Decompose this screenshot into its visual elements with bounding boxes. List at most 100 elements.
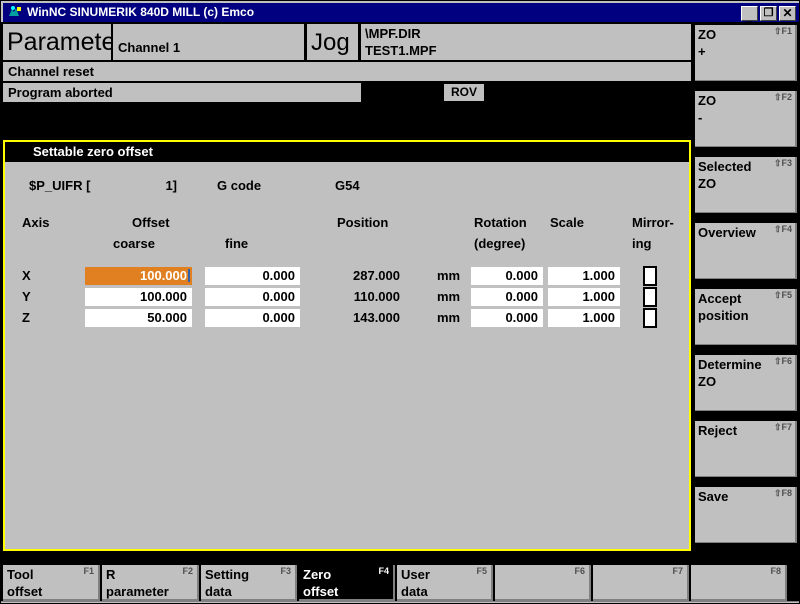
softkey-label-line2: + — [698, 44, 706, 59]
softkey-label: User data — [401, 566, 473, 600]
offset-fine-field[interactable]: 0.000 — [205, 267, 300, 285]
offset-coarse-value: 100.000 — [140, 268, 187, 283]
mirroring-checkbox[interactable] — [643, 308, 657, 328]
close-button[interactable]: ✕ — [779, 6, 796, 21]
settable-zero-offset-panel: Settable zero offset $P_UIFR [ 1] G code… — [3, 140, 691, 551]
app-icon — [7, 5, 23, 20]
position-unit: mm — [437, 310, 461, 325]
softkey-reject[interactable]: Reject ⇧F7 — [695, 421, 797, 477]
softkey-label-line1: R — [106, 567, 116, 582]
row-axis-label: Y — [22, 289, 31, 304]
program-directory: \MPF.DIR — [365, 26, 421, 41]
softkey-zero-offset[interactable]: Zero offset F4 — [299, 565, 395, 601]
softkey-empty-6[interactable]: F6 — [495, 565, 591, 601]
softkey-label-line2: offset — [303, 584, 339, 599]
softkey-fkey-hint: ⇧F2 — [773, 92, 792, 102]
softkey-accept-position[interactable]: Accept position ⇧F5 — [695, 289, 797, 345]
maximize-button[interactable]: ❐ — [760, 6, 777, 21]
softkey-determine-zo[interactable]: Determine ZO ⇧F6 — [695, 355, 797, 411]
softkey-label-line1: Tool — [7, 567, 34, 582]
scale-field[interactable]: 1.000 — [548, 267, 620, 285]
rotation-field[interactable]: 0.000 — [471, 309, 543, 327]
offset-fine-field[interactable]: 0.000 — [205, 288, 300, 306]
softkey-label-line1: Reject — [698, 423, 738, 438]
softkey-fkey-hint: ⇧F8 — [773, 488, 792, 498]
softkey-empty-8[interactable]: F8 — [691, 565, 787, 601]
softkey-fkey-hint: ⇧F5 — [773, 290, 792, 300]
softkey-label-line1: Setting — [205, 567, 250, 582]
softkey-fkey-hint: ⇧F1 — [773, 26, 792, 36]
softkey-label: Rparameter — [106, 566, 178, 600]
position-value: 287.000 — [353, 268, 400, 283]
gcode-label: G code — [217, 178, 262, 193]
softkey-label-line1: Determine — [698, 357, 762, 372]
scale-field[interactable]: 1.000 — [548, 288, 620, 306]
softkey-fkey-hint: F7 — [672, 566, 683, 576]
softkey-label-line1: Accept — [698, 291, 742, 306]
program-name: TEST1.MPF — [365, 43, 437, 58]
column-header-offset-fine: fine — [225, 236, 249, 251]
position-value: 110.000 — [353, 289, 400, 304]
column-header-position: Position — [337, 215, 389, 230]
softkey-label-line2: offset — [7, 584, 43, 599]
column-header-scale: Scale — [550, 215, 584, 230]
mirroring-checkbox[interactable] — [643, 266, 657, 286]
title-bar: WinNC SINUMERIK 840D MILL (c) Emco _ ❐ ✕ — [1, 1, 799, 23]
softkey-zo-plus[interactable]: ZO + ⇧F1 — [695, 25, 797, 81]
variable-label: $P_UIFR [ — [29, 178, 91, 193]
offset-coarse-field[interactable]: 100.000 — [85, 267, 192, 285]
mode-label: Jog — [307, 24, 358, 60]
softkey-fkey-hint: ⇧F3 — [773, 158, 792, 168]
softkey-label: ZO - — [698, 92, 770, 126]
softkey-tool-offset[interactable]: Tool offset F1 — [3, 565, 100, 601]
softkey-label: Accept position — [698, 290, 770, 324]
softkey-label-line2: data — [401, 584, 428, 599]
column-header-offset: Offset — [132, 215, 170, 230]
softkey-save[interactable]: Save ⇧F8 — [695, 487, 797, 543]
softkey-fkey-hint: F5 — [476, 566, 487, 576]
softkey-label: Selected ZO — [698, 158, 770, 192]
scale-field[interactable]: 1.000 — [548, 309, 620, 327]
softkey-selected-zo[interactable]: Selected ZO ⇧F3 — [695, 157, 797, 213]
column-header-mirroring-line2: ing — [632, 236, 652, 251]
softkey-label: Setting data — [205, 566, 277, 600]
row-axis-label: Z — [22, 310, 30, 325]
channel-status-bar: Channel reset — [3, 62, 691, 81]
softkey-label: ZO + — [698, 26, 770, 60]
rotation-field[interactable]: 0.000 — [471, 288, 543, 306]
softkey-setting-data[interactable]: Setting data F3 — [201, 565, 297, 601]
softkey-zo-minus[interactable]: ZO - ⇧F2 — [695, 91, 797, 147]
softkey-user-data[interactable]: User data F5 — [397, 565, 493, 601]
softkey-fkey-hint: F8 — [770, 566, 781, 576]
row-axis-label: X — [22, 268, 31, 283]
softkey-label-line2: ZO — [698, 374, 717, 389]
minimize-icon: _ — [746, 9, 753, 23]
variable-index[interactable]: 1] — [105, 178, 177, 193]
operating-area-label: Parameter — [3, 24, 111, 60]
minimize-button[interactable]: _ — [741, 6, 758, 23]
softkey-fkey-hint: ⇧F7 — [773, 422, 792, 432]
horizontal-softkey-bar: Tool offset F1 Rparameter F2 Setting data F3 Zer… — [3, 565, 799, 603]
softkey-empty-7[interactable]: F7 — [593, 565, 689, 601]
softkey-label-line2: ZO — [698, 176, 717, 191]
softkey-label-line1: Overview — [698, 225, 756, 240]
position-value: 143.000 — [353, 310, 400, 325]
softkey-label-line2: data — [205, 584, 232, 599]
softkey-label-line1: Selected — [698, 159, 752, 174]
softkey-label: Save — [698, 488, 770, 505]
rotation-field[interactable]: 0.000 — [471, 267, 543, 285]
softkey-overview[interactable]: Overview ⇧F4 — [695, 223, 797, 279]
offset-coarse-field[interactable]: 100.000 — [85, 288, 192, 306]
close-icon: ✕ — [782, 6, 793, 20]
rov-badge: ROV — [444, 84, 484, 101]
softkey-r-parameter[interactable]: Rparameter F2 — [102, 565, 199, 601]
column-header-rotation-unit: (degree) — [474, 236, 526, 251]
softkey-label-line1: ZO — [698, 27, 717, 42]
text-caret — [188, 269, 190, 282]
status-header: Parameter Channel 1 Jog \MPF.DIR TEST1.M… — [3, 22, 799, 110]
offset-fine-field[interactable]: 0.000 — [205, 309, 300, 327]
softkey-fkey-hint: F1 — [83, 566, 94, 576]
mirroring-checkbox[interactable] — [643, 287, 657, 307]
softkey-fkey-hint: F2 — [182, 566, 193, 576]
offset-coarse-field[interactable]: 50.000 — [85, 309, 192, 327]
